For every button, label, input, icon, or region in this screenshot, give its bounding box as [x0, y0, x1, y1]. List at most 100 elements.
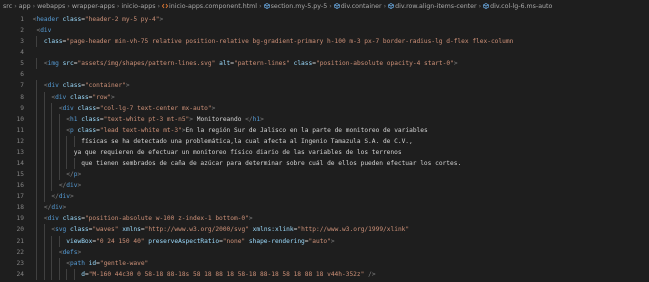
breadcrumb-label: div.container [340, 3, 382, 10]
code-line[interactable]: 1 <header class="header-2 my-5 py-4"> [0, 14, 649, 25]
breadcrumb-item[interactable]: section.my-5.py-5 [263, 1, 327, 10]
code-token: div [47, 215, 59, 223]
code-line[interactable]: 24 d="M-160 44c30 0 58-18 88-18s 58 18 88… [0, 268, 649, 280]
code-token: "container" [84, 82, 126, 90]
breadcrumb-label: app [18, 3, 31, 10]
code-line[interactable]: 16 </div> [0, 180, 649, 192]
code-line[interactable]: 4 [0, 47, 649, 58]
breadcrumb-label: div.col-lg-6.ms-auto [490, 3, 553, 10]
indent-guide [43, 235, 45, 247]
indent-guide [43, 180, 45, 192]
code-token: "gentle-wave" [99, 259, 149, 267]
indent-guide [51, 135, 53, 147]
code-token: "waves" [92, 226, 119, 234]
breadcrumb-label: inicio-apps [121, 3, 156, 10]
indent-guide [58, 169, 60, 181]
code-line[interactable]: 22 <defs> [0, 246, 649, 258]
code-token: shape-rendering [248, 237, 305, 245]
breadcrumb-item[interactable]: div.container [333, 3, 382, 10]
indent-guide [43, 224, 45, 236]
line-content: que tienen sembrados de caña de azúcar p… [81, 158, 461, 169]
code-line[interactable]: 11 <p class="lead text-white mt-3">En la … [0, 124, 649, 136]
code-line[interactable]: 6 [0, 69, 649, 80]
indent-guide [43, 146, 45, 159]
code-token: > [111, 93, 115, 101]
breadcrumb-item[interactable]: div.row.align-items-center [388, 3, 477, 10]
code-token: div [51, 204, 63, 212]
code-token: </ [66, 171, 74, 179]
breadcrumb-item[interactable]: wrapper-apps [72, 3, 115, 10]
indent-guide [36, 80, 38, 92]
breadcrumb-item[interactable]: div.col-lg-6.ms-auto [483, 3, 552, 10]
code-token: /> [368, 270, 376, 278]
line-number: 5 [20, 60, 24, 68]
indent-guide [43, 191, 45, 203]
code-line[interactable]: 5 <img src="assets/img/shapes/pattern-lin… [0, 58, 649, 70]
breadcrumb-item[interactable]: webapps [37, 3, 65, 10]
line-content: d="M-160 44c30 0 58-18 88-18s 58 18 88 1… [81, 269, 375, 280]
code-area[interactable]: 1 <header class="header-2 my-5 py-4"> 2 <di… [0, 14, 649, 282]
code-token: div [40, 27, 52, 35]
breadcrumb-item[interactable]: app [19, 3, 31, 10]
code-line[interactable]: 2 <div [0, 25, 649, 36]
code-token: "pattern-lines" [233, 60, 290, 68]
breadcrumb-separator: › [67, 3, 70, 10]
code-token: > [77, 171, 82, 179]
breadcrumb-item[interactable]: src [3, 3, 12, 10]
code-token: > [330, 237, 335, 245]
indent-guide [51, 246, 53, 258]
indent-guide [58, 257, 60, 269]
breadcrumb-item[interactable]: inicio-apps.component.html [161, 3, 257, 10]
code-line[interactable]: 12 físicas se ha detectado una problemáti… [0, 135, 649, 147]
indent-guide [36, 213, 38, 225]
code-token: xmlns [122, 226, 141, 234]
code-line[interactable]: 9 <div class="col-lg-7 text-center mx-aut… [0, 102, 649, 114]
indent-guide [58, 268, 60, 280]
code-line[interactable]: 10 <h1 class="text-white pt-3 mt-n5"> Mon… [0, 113, 649, 125]
line-content: <div class="position-absolute w-100 z-in… [44, 213, 253, 224]
line-number: 11 [16, 126, 24, 134]
element-cube-icon [483, 1, 489, 9]
code-token: "none" [222, 237, 246, 245]
code-token: class [293, 60, 313, 68]
code-line[interactable]: 19 <div class="position-absolute w-100 z-… [0, 213, 649, 225]
code-line[interactable]: 17 </div> [0, 191, 649, 203]
line-content: <div class="row"> [51, 92, 114, 103]
code-line[interactable]: 7 <div class="container"> [0, 80, 649, 92]
code-line[interactable]: 21 viewBox="0 24 150 40" preserveAspectRa… [0, 235, 649, 247]
indent-guide [36, 224, 38, 236]
code-line[interactable]: 23 <path id="gentle-wave" [0, 257, 649, 269]
code-token: viewBox [66, 237, 93, 245]
line-content: </div> [44, 202, 66, 213]
element-cube-icon [263, 1, 270, 9]
code-token: > [453, 60, 458, 68]
code-line[interactable]: 14 que tienen sembrados de caña de azúcar… [0, 158, 649, 170]
code-line[interactable]: 3 class="page-header min-vh-75 relative p… [0, 36, 649, 48]
code-token: > [77, 248, 82, 256]
breadcrumb-label: src [3, 3, 13, 10]
breadcrumb-separator: › [116, 3, 120, 10]
indent-guide [51, 180, 53, 192]
breadcrumb-separator: › [329, 3, 332, 10]
code-line[interactable]: 20 <svg class="waves" xmlns="http://www.w… [0, 224, 649, 236]
code-line[interactable]: 13 ya que requieren de efectuar un monito… [0, 146, 649, 159]
line-number: 7 [20, 82, 24, 90]
indent-guide [43, 102, 45, 114]
indent-guide [51, 146, 53, 159]
code-token: > [77, 182, 82, 190]
breadcrumb-label: webapps [37, 3, 66, 10]
code-token: > [70, 193, 74, 201]
line-content: <div class="col-lg-7 text-center mx-auto… [59, 103, 216, 114]
indent-guide [36, 235, 38, 247]
indent-guide [58, 158, 60, 170]
code-line[interactable]: 15 </p> [0, 169, 649, 181]
line-number: 10 [16, 115, 24, 123]
breadcrumb-item[interactable]: inicio-apps [121, 3, 155, 10]
indent-guide [36, 158, 38, 170]
code-line[interactable]: 18 </div> [0, 202, 649, 214]
code-token: class [43, 38, 63, 46]
indent-guide [58, 124, 60, 136]
indent-guide [36, 169, 38, 181]
line-number: 21 [16, 237, 24, 245]
code-line[interactable]: 8 <div class="row"> [0, 91, 649, 103]
